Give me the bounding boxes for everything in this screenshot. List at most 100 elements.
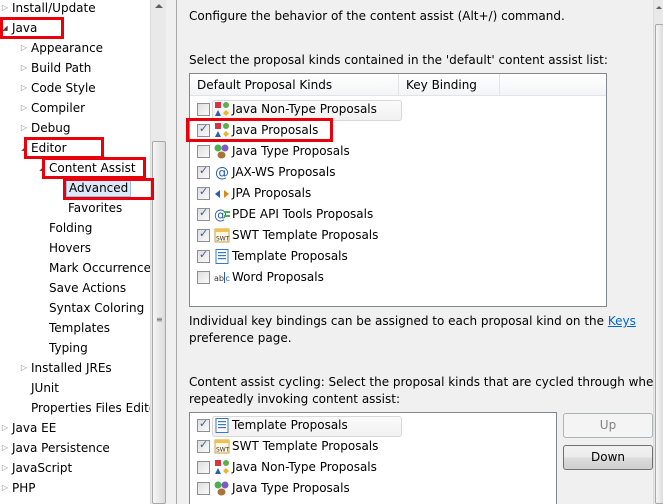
tree-item-java[interactable]: ◢ Java bbox=[0, 18, 39, 38]
scroll-up-arrow-icon[interactable] bbox=[656, 6, 662, 9]
proposal-row-swt-template-proposals[interactable]: SWTSWT Template Proposals bbox=[190, 436, 556, 457]
tree-item-build-path[interactable]: ▷ Build Path bbox=[19, 58, 93, 78]
tree-item-folding[interactable]: Folding bbox=[37, 218, 94, 238]
tree-item-syntax-coloring[interactable]: Syntax Coloring bbox=[37, 298, 146, 318]
proposal-checkbox[interactable] bbox=[197, 206, 210, 221]
tree-item-label: Debug bbox=[31, 121, 71, 135]
proposal-row-java-non-type-proposals[interactable]: Java Non-Type Proposals bbox=[190, 457, 556, 478]
proposal-row-java-type-proposals[interactable]: Java Type Proposals bbox=[190, 478, 556, 499]
proposal-row-java-proposals[interactable]: Java Proposals bbox=[190, 120, 606, 141]
default-proposal-kinds-table[interactable]: Default Proposal Kinds Key Binding Java … bbox=[189, 73, 607, 307]
tree-item-label: Java EE bbox=[12, 421, 57, 435]
proposal-checkbox[interactable] bbox=[197, 164, 210, 179]
tree-item-label: Folding bbox=[49, 221, 93, 235]
page-scrollbar-thumb[interactable] bbox=[655, 24, 663, 504]
tree-item-mark-occurrences[interactable]: Mark Occurrences bbox=[37, 258, 150, 278]
tree-item-javascript[interactable]: ▷ JavaScript bbox=[0, 458, 74, 478]
cycling-proposal-kinds-table[interactable]: Template Proposals SWTSWT Template Propos… bbox=[189, 412, 557, 504]
proposal-row-word-proposals[interactable]: ab c Word Proposals bbox=[190, 267, 606, 288]
proposal-checkbox[interactable] bbox=[197, 482, 210, 495]
collapsed-triangle-icon[interactable]: ▷ bbox=[0, 0, 10, 18]
tree-scrollbar[interactable]: ≡ bbox=[150, 0, 166, 504]
collapsed-triangle-icon[interactable]: ▷ bbox=[0, 458, 10, 478]
tree-item-java-ee[interactable]: ▷ Java EE bbox=[0, 418, 58, 438]
pane-divider[interactable] bbox=[166, 0, 178, 504]
keys-link[interactable]: Keys bbox=[608, 314, 636, 328]
tree-item-java-persistence[interactable]: ▷ Java Persistence bbox=[0, 438, 112, 458]
proposal-row-jpa-proposals[interactable]: JPA Proposals bbox=[190, 183, 606, 204]
proposal-label: SWT Template Proposals bbox=[232, 439, 379, 453]
tree-item-hovers[interactable]: Hovers bbox=[37, 238, 93, 258]
expanded-triangle-icon[interactable]: ◢ bbox=[0, 18, 10, 38]
proposal-checkbox[interactable] bbox=[197, 461, 210, 474]
proposal-row-java-type-proposals[interactable]: Java Type Proposals bbox=[190, 141, 606, 162]
tree-item-debug[interactable]: ▷ Debug bbox=[19, 118, 72, 138]
collapsed-triangle-icon[interactable]: ▷ bbox=[0, 438, 10, 458]
tree-item-label: PHP bbox=[12, 481, 36, 495]
down-button[interactable]: Down bbox=[563, 445, 653, 470]
tree-item-label: Syntax Coloring bbox=[49, 301, 145, 315]
column-header-proposal-kinds[interactable]: Default Proposal Kinds bbox=[190, 74, 399, 96]
page-scrollbar[interactable] bbox=[653, 0, 663, 504]
collapsed-triangle-icon[interactable]: ▷ bbox=[19, 38, 29, 58]
tree-item-properties-files-editor[interactable]: Properties Files Editor bbox=[19, 398, 150, 418]
tree-item-label: Typing bbox=[49, 341, 88, 355]
divider-line bbox=[176, 0, 177, 504]
proposal-checkbox[interactable] bbox=[197, 271, 210, 284]
cycling-label-line2: repeatedly invoking content assist: bbox=[189, 392, 401, 406]
expanded-triangle-icon[interactable]: ◢ bbox=[37, 158, 47, 178]
proposal-row-template-proposals[interactable]: Template Proposals bbox=[190, 415, 556, 437]
tree-item-compiler[interactable]: ▷ Compiler bbox=[19, 98, 87, 118]
tree-item-save-actions[interactable]: Save Actions bbox=[37, 278, 128, 298]
tree-item-templates[interactable]: Templates bbox=[37, 318, 112, 338]
tree-item-php[interactable]: ▷ PHP bbox=[0, 478, 38, 498]
proposal-checkbox[interactable] bbox=[197, 185, 210, 200]
tree-item-install-update[interactable]: ▷ Install/Update bbox=[0, 0, 98, 18]
proposal-checkbox[interactable] bbox=[197, 122, 210, 137]
tree-item-appearance[interactable]: ▷ Appearance bbox=[19, 38, 105, 58]
proposal-row-swt-template-proposals[interactable]: SWTSWT Template Proposals bbox=[190, 225, 606, 246]
svg-text:SWT: SWT bbox=[216, 447, 230, 454]
java-type-icon bbox=[214, 144, 230, 159]
word-icon: ab c bbox=[214, 270, 230, 285]
tree-item-editor[interactable]: ◢ Editor bbox=[19, 138, 69, 158]
collapsed-triangle-icon[interactable]: ▷ bbox=[19, 58, 29, 78]
proposal-label: Java Non-Type Proposals bbox=[232, 460, 377, 474]
proposal-row-java-non-type-proposals[interactable]: Java Non-Type Proposals bbox=[190, 99, 606, 121]
swt-template-icon: SWT bbox=[214, 228, 230, 243]
pde-api-icon: @ bbox=[214, 207, 230, 223]
proposal-checkbox[interactable] bbox=[197, 417, 210, 432]
proposal-row-jax-ws-proposals[interactable]: @JAX-WS Proposals bbox=[190, 162, 606, 183]
proposal-checkbox[interactable] bbox=[197, 248, 210, 263]
collapsed-triangle-icon[interactable]: ▷ bbox=[19, 78, 29, 98]
proposal-label: JPA Proposals bbox=[232, 186, 312, 200]
tree-item-code-style[interactable]: ▷ Code Style bbox=[19, 78, 98, 98]
proposal-checkbox[interactable] bbox=[197, 227, 210, 242]
tree-item-typing[interactable]: Typing bbox=[37, 338, 90, 358]
collapsed-triangle-icon[interactable]: ▷ bbox=[19, 358, 29, 378]
tree-item-label: Mark Occurrences bbox=[49, 261, 150, 275]
proposal-checkbox[interactable] bbox=[197, 103, 210, 116]
proposal-row-pde-api-tools-proposals[interactable]: @PDE API Tools Proposals bbox=[190, 204, 606, 225]
up-button[interactable]: Up bbox=[563, 413, 653, 438]
scroll-up-arrow-icon[interactable] bbox=[155, 4, 163, 8]
expanded-triangle-icon[interactable]: ◢ bbox=[19, 138, 29, 158]
template-icon bbox=[214, 249, 230, 264]
tree-item-advanced[interactable]: Advanced bbox=[56, 178, 132, 198]
collapsed-triangle-icon[interactable]: ▷ bbox=[0, 478, 10, 498]
tree-item-content-assist[interactable]: ◢ Content Assist bbox=[37, 158, 138, 178]
tree-scrollbar-thumb[interactable]: ≡ bbox=[152, 141, 166, 504]
proposal-checkbox[interactable] bbox=[197, 145, 210, 158]
proposal-checkbox[interactable] bbox=[197, 438, 210, 453]
column-header-key-binding[interactable]: Key Binding bbox=[399, 74, 500, 96]
proposal-row-template-proposals[interactable]: Template Proposals bbox=[190, 246, 606, 267]
tree-item-junit[interactable]: JUnit bbox=[19, 378, 61, 398]
collapsed-triangle-icon[interactable]: ▷ bbox=[19, 98, 29, 118]
proposal-label: PDE API Tools Proposals bbox=[232, 207, 374, 221]
tree-item-favorites[interactable]: Favorites bbox=[56, 198, 124, 218]
collapsed-triangle-icon[interactable]: ▷ bbox=[0, 418, 10, 438]
proposal-label: SWT Template Proposals bbox=[232, 228, 379, 242]
tree-item-installed-jres[interactable]: ▷ Installed JREs bbox=[19, 358, 114, 378]
collapsed-triangle-icon[interactable]: ▷ bbox=[19, 118, 29, 138]
preferences-tree[interactable]: ▷ Install/Update ◢ Java ▷ Appearance ▷ Build Pa… bbox=[0, 0, 150, 504]
